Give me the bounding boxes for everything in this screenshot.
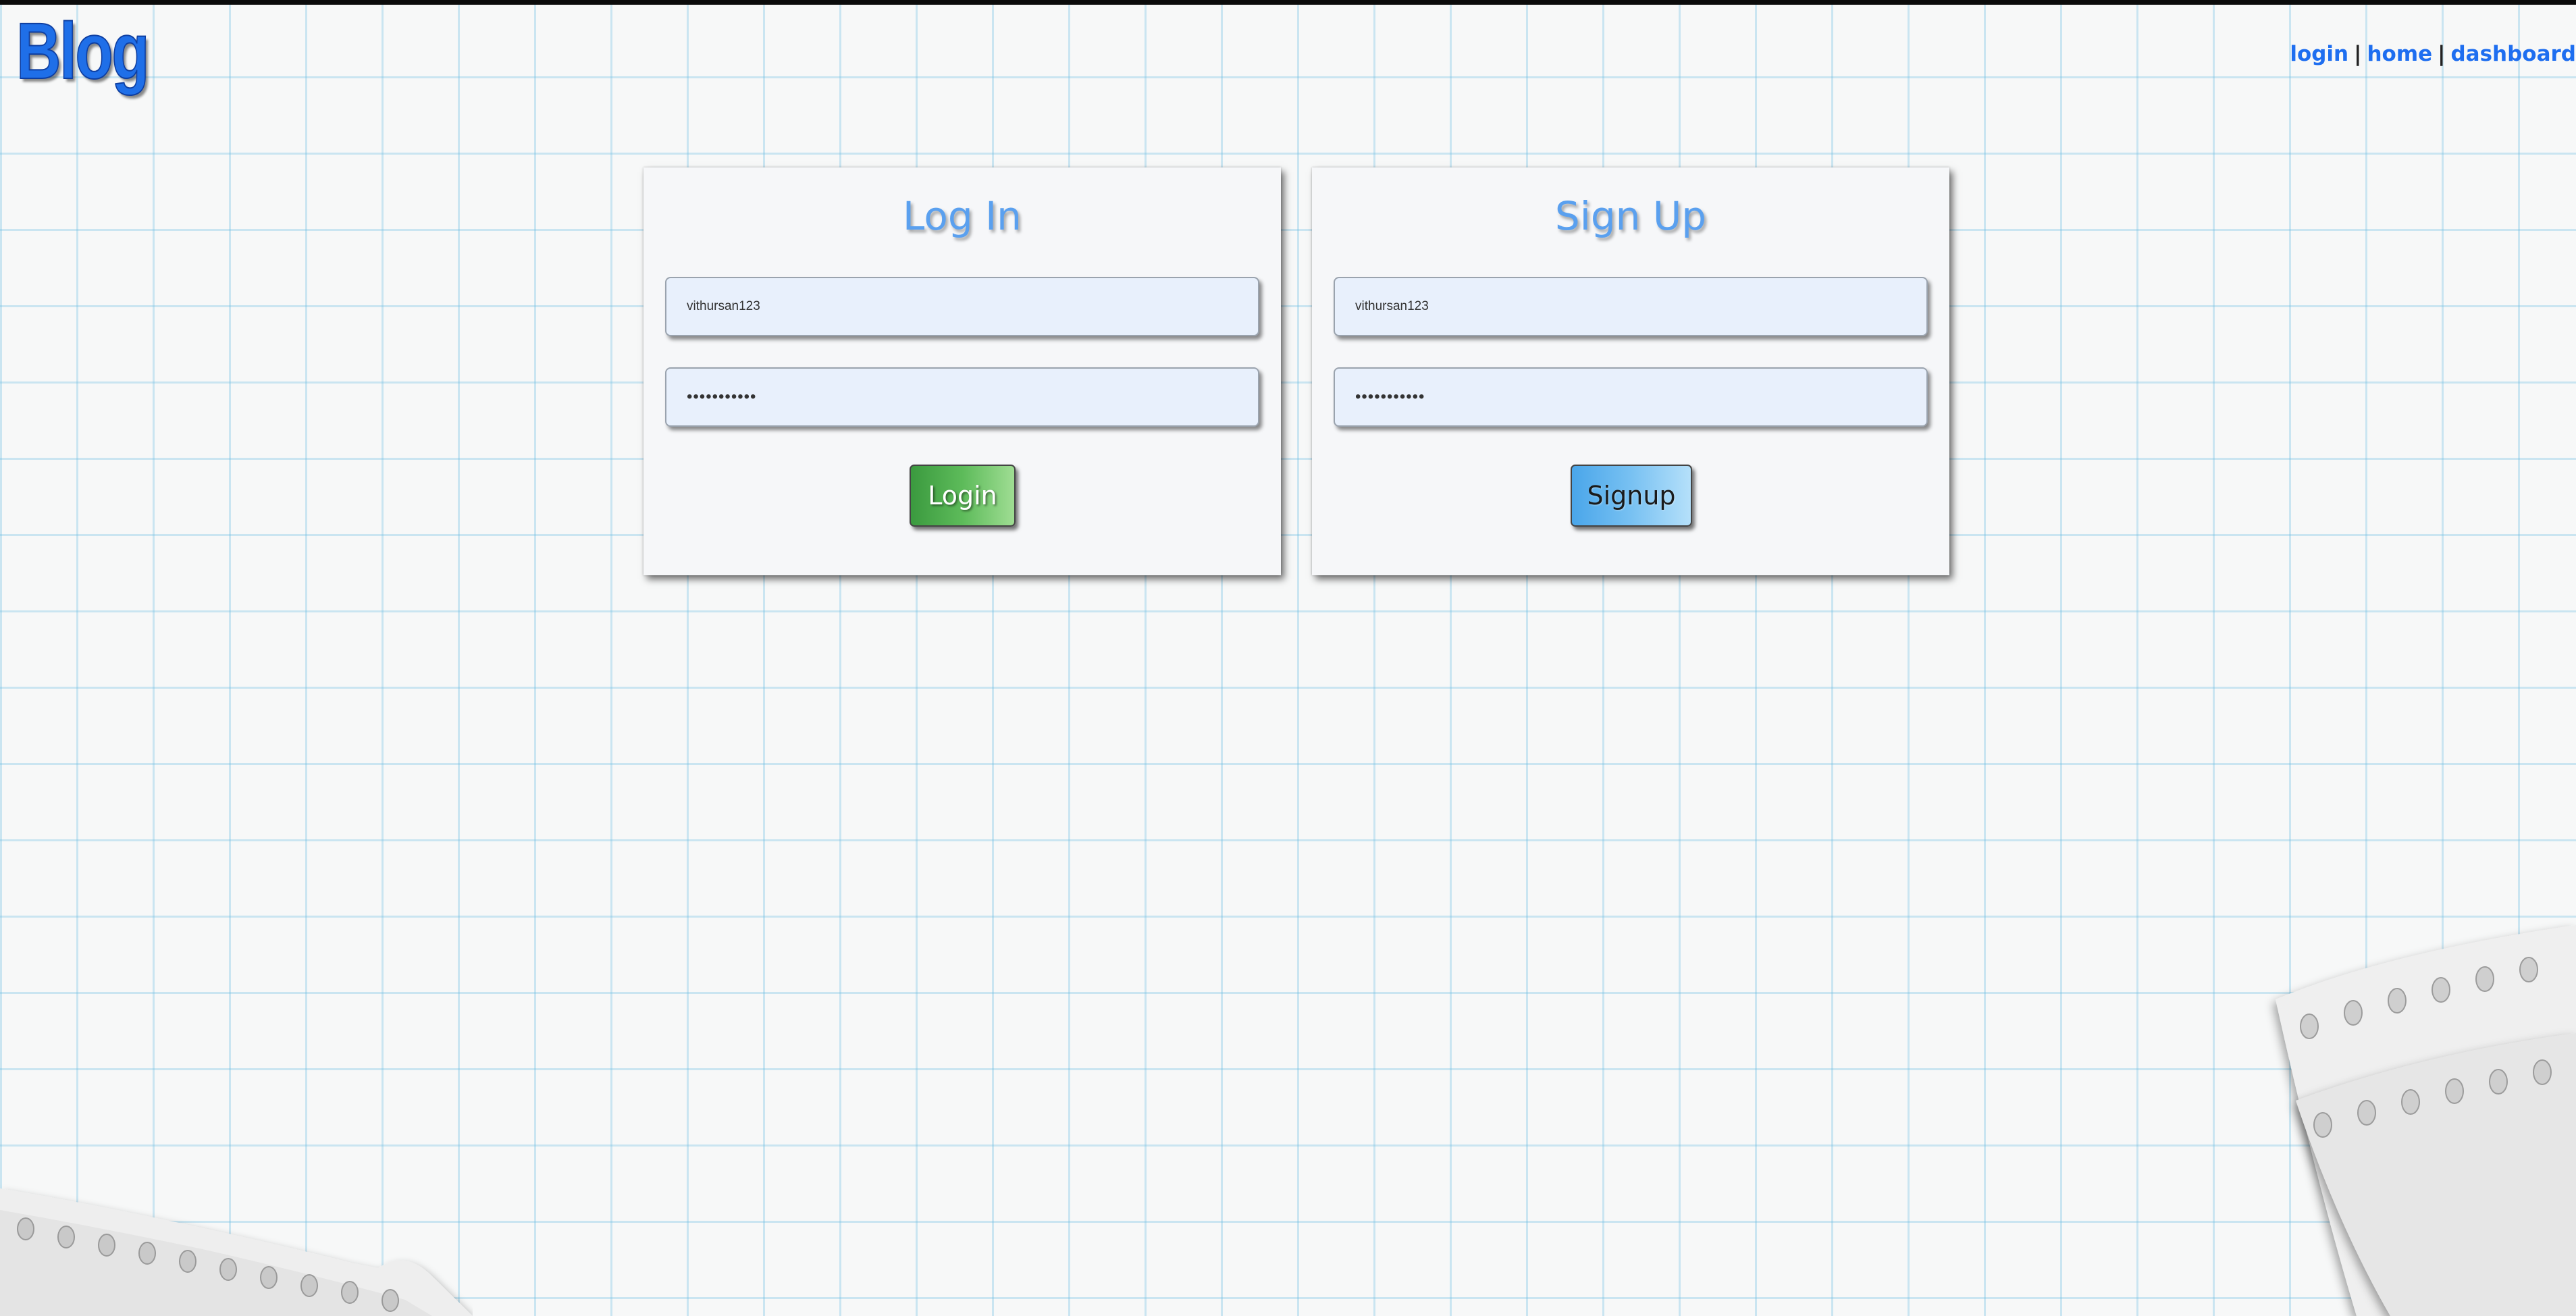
signup-username-input[interactable] <box>1334 277 1928 336</box>
login-button[interactable]: Login <box>910 465 1016 527</box>
login-card: Log In Login <box>643 167 1281 575</box>
top-nav: login | home | dashboard <box>2290 42 2576 66</box>
torn-notebook-paper-icon <box>0 1188 473 1316</box>
nav-separator: | <box>2438 42 2446 66</box>
login-password-input[interactable] <box>665 367 1259 427</box>
site-logo[interactable]: Blog <box>16 7 150 95</box>
signup-title: Sign Up <box>1554 193 1707 239</box>
torn-notebook-paper-icon <box>2276 925 2576 1316</box>
nav-separator: | <box>2354 42 2362 66</box>
top-bar <box>0 0 2576 5</box>
login-title: Log In <box>903 193 1022 239</box>
login-username-input[interactable] <box>665 277 1259 336</box>
nav-home-link[interactable]: home <box>2367 42 2432 66</box>
nav-login-link[interactable]: login <box>2290 42 2348 66</box>
signup-card: Sign Up Signup <box>1312 167 1949 575</box>
signup-button[interactable]: Signup <box>1571 465 1692 527</box>
nav-dashboard-link[interactable]: dashboard <box>2450 42 2576 66</box>
signup-password-input[interactable] <box>1334 367 1928 427</box>
